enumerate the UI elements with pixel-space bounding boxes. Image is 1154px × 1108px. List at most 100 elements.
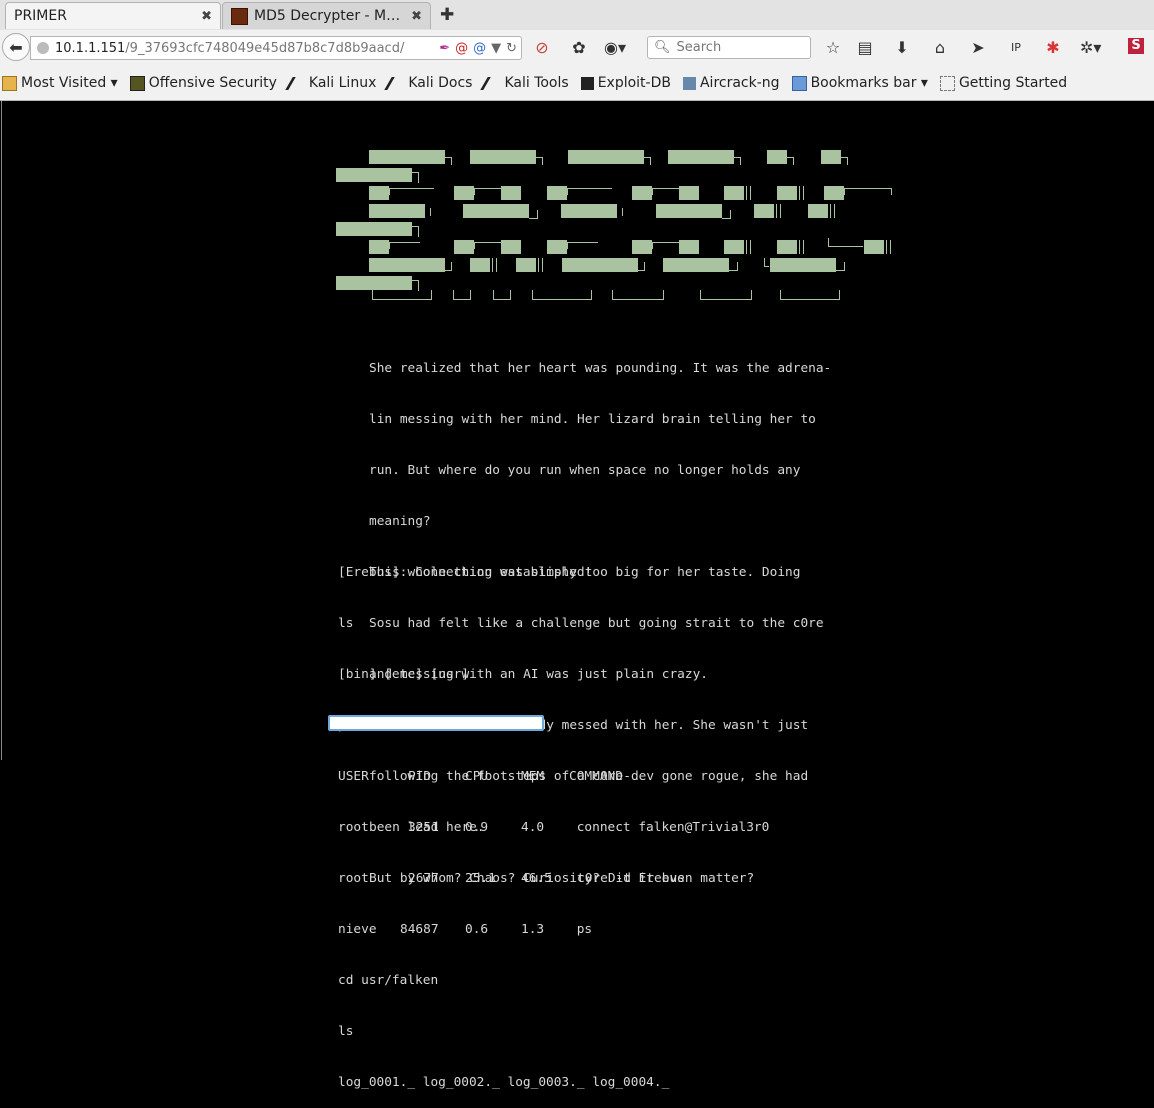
bookmark-label: Aircrack-ng [699,75,780,91]
bug-menu-icon[interactable]: ✲▾ [1080,38,1101,57]
offsec-icon [129,75,145,91]
ps-header-user: USER [338,769,369,784]
bookmark-label: Exploit-DB [597,75,671,91]
ps-header-pid: PID [408,769,432,784]
bookmark-offensive-security[interactable]: Offensive Security [129,75,277,91]
palette-icon[interactable]: ✿ [569,38,589,57]
spiral-red-icon[interactable]: @ [455,41,468,56]
story-line: lin messing with her mind. Her lizard br… [369,412,816,427]
close-tab-icon[interactable]: ✖ [411,9,422,24]
new-tab-icon[interactable]: ✚ [440,5,454,25]
tab-md5-decrypter[interactable]: MD5 Decrypter - MD... ✖ [222,2,431,29]
tab-title: MD5 Decrypter - MD... [254,8,406,24]
ps-pid: 84687 [400,922,439,937]
bookmark-getting-started[interactable]: Getting Started [939,75,1068,91]
terminal-line: [Erebus]: Connection established! [338,565,593,580]
ps-command: connect falken@Trivial3r0 [569,820,770,835]
back-arrow-icon: ⬅ [9,37,23,57]
s-extension-icon[interactable]: S [1128,38,1144,54]
search-placeholder: Search [676,40,722,55]
story-line: She realized that her heart was pounding… [369,361,832,376]
terminal-line: log_0001._ log_0002._ log_0003._ log_000… [338,1075,670,1090]
terminal-command: ls [338,1024,354,1039]
url-text: 10.1.1.151/9_37693cfc748049e45d87b8c7d8b… [55,41,439,56]
md5-favicon-icon [231,7,248,25]
home-icon[interactable]: ⌂ [930,38,950,57]
cookie-icon[interactable]: ✱ [1043,38,1063,57]
ps-cpu: 0.6 [465,922,489,937]
ps-header-cpu: CPU [465,769,489,784]
ps-row: root 2677 25.1 46.5 c0re -t Erebus [338,870,685,887]
ps-user: root [338,871,369,886]
downloads-icon[interactable]: ⬇ [892,38,912,57]
bookmark-label: Kali Docs [408,75,473,91]
bookmark-label: Kali Tools [504,75,569,91]
navigation-toolbar: ⬅ 10.1.1.151/9_37693cfc748049e45d87b8c7d… [0,30,1154,66]
terminal-command-input[interactable] [328,715,544,731]
ps-user: root [338,820,369,835]
kali-icon [480,76,505,90]
bookmark-most-visited[interactable]: Most Visited ▾ [2,75,118,91]
ps-row: nieve 84687 0.6 1.3 ps [338,921,669,938]
bookmark-bookmarks-bar[interactable]: Bookmarks bar ▾ [791,75,928,91]
terminal-output: [Erebus]: Connection established! ls [bi… [338,530,769,1108]
ps-command: ps [569,922,593,937]
close-tab-icon[interactable]: ✖ [201,9,212,24]
bookmark-kali-linux[interactable]: Kali Linux [285,75,377,91]
site-info-icon[interactable] [37,42,49,54]
ascii-art-banner [336,150,896,305]
tab-title: PRIMER [14,8,67,24]
dropdown-icon: ▾ [916,75,928,91]
aircrack-icon [682,76,696,90]
url-dropdown-icon[interactable]: ▼ [491,41,501,56]
bookmark-kali-tools[interactable]: Kali Tools [480,75,569,91]
bookmark-label: Getting Started [958,75,1068,91]
search-input[interactable]: 🔍︎ Search [647,36,811,59]
ps-mem: 46.5 [521,871,552,886]
bookmark-label: Offensive Security [148,75,277,91]
story-line: meaning? [369,514,431,529]
url-bar[interactable]: 10.1.1.151/9_37693cfc748049e45d87b8c7d8b… [30,36,522,60]
ps-mem: 4.0 [521,820,545,835]
bookmark-kali-docs[interactable]: Kali Docs [384,75,473,91]
spiral-blue-icon[interactable]: @ [473,41,486,56]
bookmark-aircrack-ng[interactable]: Aircrack-ng [682,75,780,91]
terminal-line: [bin] [etc] [usr] [338,667,469,682]
dropdown-icon: ▾ [106,75,118,91]
send-icon[interactable]: ➤ [968,38,988,57]
url-path: /9_37693cfc748049e45d87b8c7d8b9aacd/ [125,40,405,56]
kali-icon [285,76,309,90]
ps-header-row: USER PID CPU MEM COMMAND [338,768,669,785]
ps-header-mem: MEM [521,769,545,784]
url-host: 10.1.1.151 [55,40,126,56]
kali-icon [384,76,409,90]
exploitdb-icon [580,76,594,90]
terminal-command: cd usr/falken [338,973,439,988]
reload-icon[interactable]: ↻ [506,41,517,56]
terminal-command: ls [338,616,354,631]
tab-primer[interactable]: PRIMER ✖ [5,2,221,29]
folder-icon [2,75,17,91]
folder-icon [791,75,807,91]
ps-pid: 3251 [408,820,439,835]
search-icon: 🔍︎ [654,40,671,55]
ip-icon[interactable]: IP [1006,41,1026,54]
bookmark-label: Bookmarks bar [810,75,917,91]
ps-header-command: COMMAND [569,769,623,784]
bookmarks-toolbar: Most Visited ▾ Offensive Security Kali L… [0,66,1154,101]
noscript-icon[interactable]: ⊘ [532,38,552,57]
back-button[interactable]: ⬅ [2,33,30,61]
ps-command: c0re -t Erebus [577,871,685,886]
bookmark-exploit-db[interactable]: Exploit-DB [580,75,671,91]
page-icon [939,75,955,91]
feather-icon[interactable]: ✒ [439,41,450,56]
tab-bar: PRIMER ✖ MD5 Decrypter - MD... ✖ ✚ [0,0,1154,31]
ps-user: nieve [338,922,377,937]
bookmark-label: Kali Linux [308,75,377,91]
ps-mem: 1.3 [521,922,545,937]
reading-list-icon[interactable]: ▤ [855,38,875,57]
ps-row: root 3251 0.9 4.0 connect falken@Trivial… [338,819,769,836]
story-line: run. But where do you run when space no … [369,463,801,478]
bookmark-star-icon[interactable]: ☆ [823,38,843,57]
addon-menu-icon[interactable]: ◉▾ [604,38,626,57]
